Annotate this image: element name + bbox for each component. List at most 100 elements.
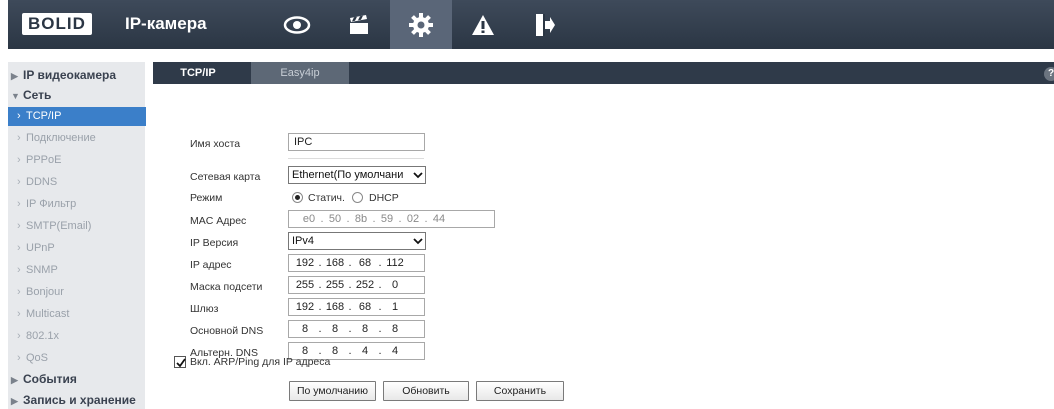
- logout-nav[interactable]: [514, 0, 576, 49]
- sidebar-item-bonjour[interactable]: › Bonjour: [8, 283, 145, 302]
- ip-octet[interactable]: 68: [353, 255, 377, 271]
- sidebar-item-label: SMTP(Email): [26, 220, 92, 232]
- sidebar-item-label: Bonjour: [26, 286, 64, 298]
- ip-octet[interactable]: 4: [353, 343, 377, 359]
- sidebar-item-label: PPPoE: [26, 154, 62, 166]
- playback-nav[interactable]: [328, 0, 390, 49]
- mode-label: Режим: [190, 192, 223, 204]
- sidebar-section-network[interactable]: ▼ Сеть: [8, 86, 145, 105]
- ip-octet[interactable]: 1: [383, 299, 407, 315]
- sidebar-item-label: QoS: [26, 352, 49, 364]
- checkmark-icon: [176, 358, 186, 368]
- sidebar-item-label: DDNS: [26, 176, 58, 188]
- chevron-right-icon: ›: [17, 176, 21, 188]
- hostname-label: Имя хоста: [190, 138, 241, 150]
- ip-octet[interactable]: 192: [293, 255, 317, 271]
- mode-dhcp-radio[interactable]: [352, 192, 363, 203]
- mode-static-radio[interactable]: [292, 192, 303, 203]
- refresh-button[interactable]: Обновить: [383, 381, 469, 401]
- sidebar-item-smtp[interactable]: › SMTP(Email): [8, 217, 145, 236]
- sidebar-section-label: Сеть: [23, 88, 52, 102]
- live-view-nav[interactable]: [266, 0, 328, 49]
- settings-nav[interactable]: [390, 0, 452, 49]
- help-icon[interactable]: ?: [1044, 67, 1054, 81]
- ip-version-select[interactable]: IPv4: [288, 232, 426, 250]
- ip-octet[interactable]: 252: [353, 277, 377, 293]
- ip-octet[interactable]: 112: [383, 255, 407, 271]
- arp-ping-checkbox[interactable]: [174, 356, 186, 368]
- sidebar-item-label: UPnP: [26, 242, 55, 254]
- sidebar-item-multicast[interactable]: › Multicast: [8, 305, 145, 324]
- gateway-label: Шлюз: [190, 303, 219, 315]
- sidebar-item-label: 802.1x: [26, 330, 60, 342]
- sidebar-item-ddns[interactable]: › DDNS: [8, 173, 145, 192]
- header-panel: BOLID IP-камера: [8, 0, 1054, 49]
- sidebar-item-tcpip[interactable]: › TCP/IP: [8, 107, 146, 126]
- brand-logo: BOLID: [22, 13, 92, 35]
- sidebar-item-label: TCP/IP: [26, 110, 62, 122]
- ip-octet[interactable]: 8: [383, 321, 407, 337]
- ip-octet[interactable]: 255: [323, 277, 347, 293]
- ip-address-label: IP адрес: [190, 259, 232, 271]
- alarm-nav[interactable]: [452, 0, 514, 49]
- ip-octet[interactable]: 168: [323, 255, 347, 271]
- ip-octet[interactable]: 255: [293, 277, 317, 293]
- subnet-mask-field[interactable]: 255. 255. 252. 0: [288, 276, 425, 294]
- sidebar-item-connection[interactable]: › Подключение: [8, 129, 145, 148]
- triangle-right-icon: ▶: [11, 71, 18, 81]
- primary-dns-field[interactable]: 8. 8. 8. 8: [288, 320, 425, 338]
- sidebar-item-ip-filter[interactable]: › IP Фильтр: [8, 195, 145, 214]
- chevron-right-icon: ›: [17, 242, 21, 254]
- nic-select[interactable]: Ethernet(По умолчани: [288, 166, 426, 184]
- ip-octet[interactable]: 0: [383, 277, 407, 293]
- sidebar-section-label: Запись и хранение: [23, 393, 136, 407]
- ip-octet[interactable]: 8: [353, 321, 377, 337]
- ip-octet[interactable]: 8: [293, 321, 317, 337]
- sidebar-section-storage[interactable]: ▶ Запись и хранение: [8, 391, 145, 409]
- ip-octet[interactable]: 168: [323, 299, 347, 315]
- sidebar-item-label: IP Фильтр: [26, 198, 77, 210]
- save-button[interactable]: Сохранить: [476, 381, 564, 401]
- sidebar-item-8021x[interactable]: › 802.1x: [8, 327, 145, 346]
- default-button[interactable]: По умолчанию: [289, 381, 376, 401]
- tab-bar: TCP/IP Easy4ip: [153, 62, 1054, 84]
- sidebar-item-pppoe[interactable]: › PPPoE: [8, 151, 145, 170]
- gear-icon: [409, 12, 433, 37]
- triangle-right-icon: ▶: [11, 375, 18, 385]
- tab-tcpip[interactable]: TCP/IP: [153, 62, 243, 84]
- mac-octet: 59: [380, 213, 394, 225]
- mode-dhcp-label: DHCP: [369, 192, 399, 204]
- ip-octet[interactable]: 8: [323, 321, 347, 337]
- sidebar-item-label: Multicast: [26, 308, 70, 320]
- chevron-right-icon: ›: [17, 308, 21, 320]
- chevron-right-icon: ›: [17, 352, 21, 364]
- ip-address-field[interactable]: 192. 168. 68. 112: [288, 254, 425, 272]
- sidebar-section-label: IP видеокамера: [23, 68, 117, 82]
- ip-octet[interactable]: 68: [353, 299, 377, 315]
- hostname-input[interactable]: IPC: [288, 133, 425, 151]
- chevron-right-icon: ›: [17, 264, 21, 276]
- sidebar-section-events[interactable]: ▶ События: [8, 370, 145, 389]
- ip-version-label: IP Версия: [190, 237, 239, 249]
- chevron-right-icon: ›: [17, 154, 21, 166]
- chevron-right-icon: ›: [17, 330, 21, 342]
- sidebar-section-camera[interactable]: ▶ IP видеокамера: [8, 66, 145, 85]
- chevron-right-icon: ›: [17, 220, 21, 232]
- triangle-down-icon: ▼: [11, 91, 20, 101]
- app-title: IP-камера: [125, 14, 207, 33]
- eye-icon: [283, 15, 311, 34]
- sidebar-item-upnp[interactable]: › UPnP: [8, 239, 145, 258]
- gateway-field[interactable]: 192. 168. 68. 1: [288, 298, 425, 316]
- tab-easy4ip[interactable]: Easy4ip: [251, 62, 349, 84]
- chevron-down-icon: [413, 172, 423, 179]
- sidebar-item-qos[interactable]: › QoS: [8, 349, 145, 368]
- sidebar-section-label: События: [23, 372, 77, 386]
- mac-octet: 8b: [354, 213, 368, 225]
- subnet-mask-label: Маска подсети: [190, 281, 263, 293]
- sidebar-item-snmp[interactable]: › SNMP: [8, 261, 145, 280]
- ip-octet[interactable]: 192: [293, 299, 317, 315]
- ip-octet[interactable]: 4: [383, 343, 407, 359]
- ip-version-value: IPv4: [292, 235, 315, 247]
- mac-octet: 50: [328, 213, 342, 225]
- chevron-right-icon: ›: [17, 110, 21, 122]
